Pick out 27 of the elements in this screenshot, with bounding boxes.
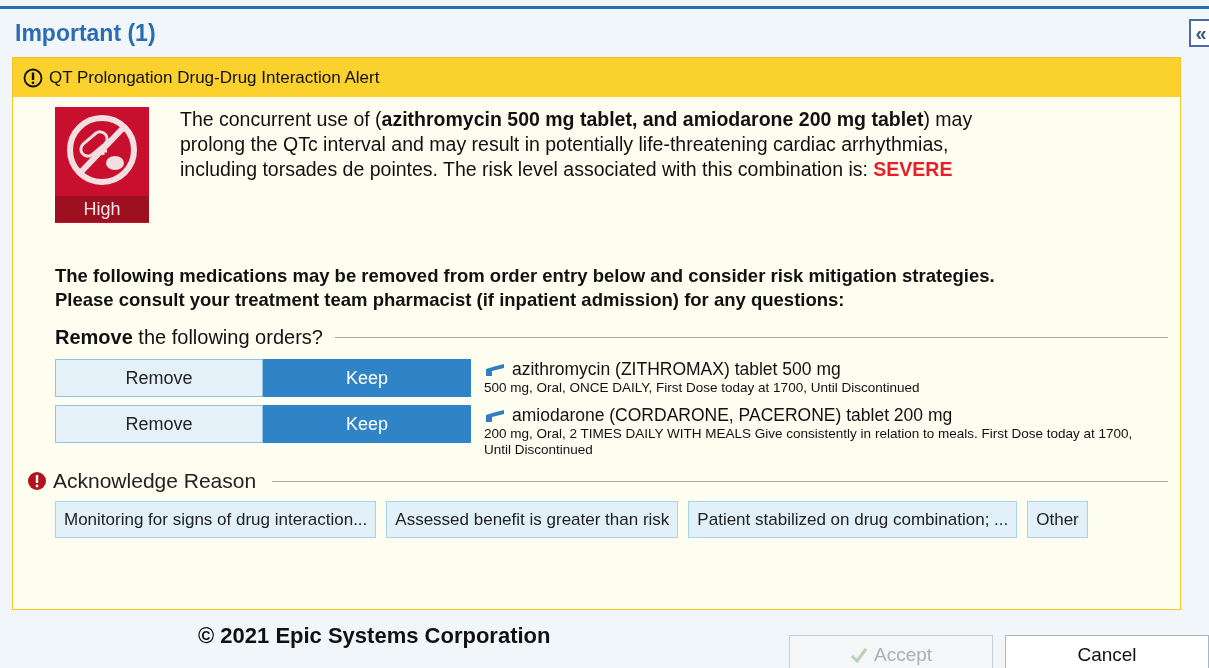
alert-title: QT Prolongation Drug-Drug Interaction Alert: [49, 67, 380, 88]
reason-button[interactable]: Assessed benefit is greater than risk: [386, 501, 679, 538]
reason-button[interactable]: Other: [1027, 501, 1088, 538]
order-icon: [484, 408, 506, 423]
alert-message: The concurrent use of (azithromycin 500 mg tablet, and amiodarone 200 mg tablet) may prolong the QTc interval and may result in potentially life-threatening cardiac arrhythmias, including torsades de pointes. The risk level associated with this combination is: SEVERE: [180, 107, 974, 182]
order-name: azithromycin (ZITHROMAX) tablet 500 mg: [512, 359, 841, 380]
order-icon: [484, 362, 506, 377]
cancel-button[interactable]: Cancel: [1005, 635, 1209, 668]
keep-button[interactable]: Keep: [263, 405, 471, 443]
collapse-button[interactable]: «: [1189, 19, 1209, 47]
keep-button[interactable]: Keep: [263, 359, 471, 397]
section-title: Important (1): [14, 19, 156, 47]
order-name: amiodarone (CORDARONE, PACERONE) tablet 200 mg: [512, 405, 953, 426]
warning-icon: [23, 67, 43, 88]
acknowledge-heading: Acknowledge Reason: [53, 469, 257, 493]
badge-label: High: [55, 196, 149, 222]
remove-button[interactable]: Remove: [55, 405, 263, 443]
order-details: 500 mg, Oral, ONCE DAILY, First Dose today at 1700, Until Discontinued: [484, 380, 921, 396]
reason-button[interactable]: Monitoring for signs of drug interaction...: [55, 501, 377, 538]
reason-button[interactable]: Patient stabilized on drug combination; ...: [688, 501, 1018, 538]
copyright-text: © 2021 Epic Systems Corporation: [198, 622, 551, 650]
checkmark-icon: [849, 647, 868, 663]
instruction-text: Please consult your treatment team pharmacist (if inpatient admission) for any questions:: [55, 288, 846, 312]
remove-heading: Remove the following orders?: [55, 326, 323, 349]
remove-button[interactable]: Remove: [55, 359, 263, 397]
order-details: 200 mg, Oral, 2 TIMES DAILY WITH MEALS Give consistently in relation to meals. First Dose today at 1700, Until Discontinued: [484, 426, 1134, 458]
instruction-text: The following medications may be removed from order entry below and consider risk mitigation strategies.: [55, 264, 996, 288]
